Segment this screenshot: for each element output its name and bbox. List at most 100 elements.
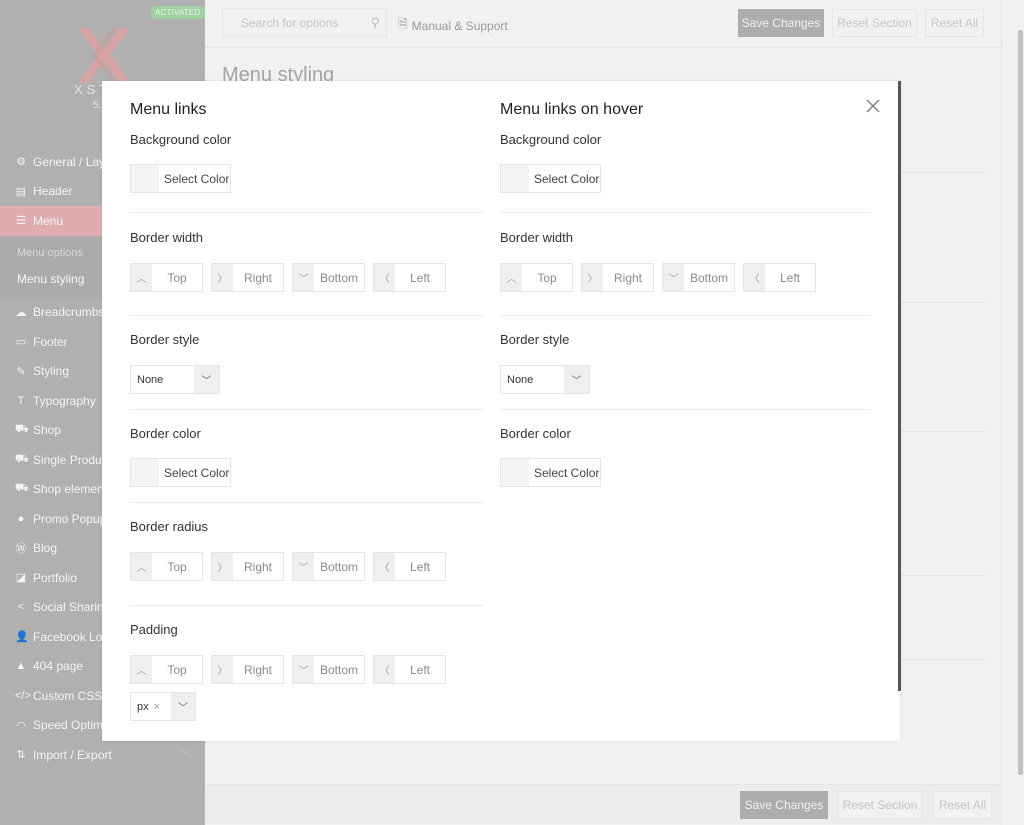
right-placeholder: Right <box>243 270 272 285</box>
top-input[interactable]: ︿ Top <box>500 263 573 292</box>
warning-icon: ▲ <box>15 660 27 673</box>
chevron-up-icon: ︿ <box>131 553 152 580</box>
divider <box>900 659 985 660</box>
divider <box>900 431 985 432</box>
select-color-button[interactable]: Select Color <box>500 164 601 193</box>
sidebar-item-label: Social Sharing <box>33 600 111 615</box>
cart-icon: ⛟ <box>15 482 29 495</box>
color-swatch <box>131 459 159 486</box>
padding-field: Padding ︿ Top 〉 Right ﹀ Bottom 〈 Left px × ﹀ <box>130 606 484 721</box>
sidebar-item-label: Footer <box>33 334 68 349</box>
left-input[interactable]: 〈 Left <box>373 655 446 684</box>
top-input[interactable]: ︿ Top <box>130 655 203 684</box>
speed-icon: ◠ <box>16 719 26 732</box>
breadcrumbs-icon: ☁ <box>15 306 27 319</box>
left-input[interactable]: 〈 Left <box>373 263 446 292</box>
clear-icon[interactable]: × <box>154 701 160 713</box>
document-icon: 🗎 <box>398 17 408 31</box>
chevron-down-icon[interactable]: ﹀ <box>171 693 195 720</box>
color-swatch <box>501 165 529 192</box>
right-input[interactable]: 〉 Right <box>581 263 654 292</box>
select-color-button[interactable]: Select Color <box>130 458 231 487</box>
modal-scrollbar[interactable] <box>898 81 901 691</box>
hover-bg-color-field: Background color Select Color <box>500 132 870 213</box>
select-value: None <box>507 373 534 386</box>
field-label: Border color <box>500 426 571 441</box>
activated-badge: ACTIVATED <box>151 6 205 19</box>
menu-icon: ☰ <box>16 215 26 228</box>
hover-border-width-field: Border width ︿ Top 〉 Right ﹀ Bottom 〈 Left <box>500 213 870 316</box>
top-toolbar: ⚲ 🗎 Manual & Support Save Changes Reset … <box>205 0 1002 48</box>
field-label: Padding <box>130 622 178 637</box>
bottom-input[interactable]: ﹀ Bottom <box>292 263 365 292</box>
manual-support-label: Manual & Support <box>411 18 508 33</box>
select-value: None <box>137 373 164 386</box>
reset-section-button[interactable]: Reset Section <box>832 9 917 37</box>
search-box: ⚲ <box>222 8 387 37</box>
reset-section-button-bottom[interactable]: Reset Section <box>838 791 922 819</box>
chevron-left-icon: 〈 <box>374 553 395 580</box>
left-placeholder: Left <box>779 270 800 285</box>
sidebar-item-import-export[interactable]: ⇅ Import / Export ﹀ <box>0 740 205 770</box>
right-placeholder: Right <box>243 662 272 677</box>
sidebar-item-label: Styling <box>33 364 70 379</box>
page-scrollbar[interactable] <box>1018 30 1023 775</box>
sidebar-item-label: Breadcrumbs <box>33 305 105 320</box>
reset-all-button[interactable]: Reset All <box>925 9 984 37</box>
select-color-button[interactable]: Select Color <box>500 458 601 487</box>
bottom-input[interactable]: ﹀ Bottom <box>292 552 365 581</box>
left-input[interactable]: 〈 Left <box>373 552 446 581</box>
sidebar-item-label: Portfolio <box>33 570 78 585</box>
search-input[interactable] <box>241 15 361 30</box>
left-placeholder: Left <box>409 662 430 677</box>
border-radius-field: Border radius ︿ Top 〉 Right ﹀ Bottom 〈 Left <box>130 503 484 606</box>
field-label: Border style <box>130 332 200 347</box>
save-changes-button-bottom[interactable]: Save Changes <box>740 791 828 819</box>
field-label: Border color <box>130 426 201 441</box>
border-style-select[interactable]: None ﹀ <box>500 365 590 394</box>
chevron-down-icon: ﹀ <box>181 751 191 763</box>
save-changes-button[interactable]: Save Changes <box>738 9 824 37</box>
reset-all-button-bottom[interactable]: Reset All <box>933 791 992 819</box>
search-icon[interactable]: ⚲ <box>370 15 380 31</box>
bottom-input[interactable]: ﹀ Bottom <box>662 263 735 292</box>
left-input[interactable]: 〈 Left <box>743 263 816 292</box>
chevron-up-icon: ︿ <box>131 656 152 683</box>
bottom-input[interactable]: ﹀ Bottom <box>292 655 365 684</box>
footer-icon: ▭ <box>15 336 27 349</box>
chevron-down-icon: ﹀ <box>194 366 219 393</box>
sidebar-item-label: Menu <box>33 213 64 228</box>
right-input[interactable]: 〉 Right <box>211 655 284 684</box>
sidebar-item-label: Blog <box>33 541 58 556</box>
xstore-logo-icon <box>78 28 130 83</box>
section-title: Menu links on hover <box>500 101 644 118</box>
right-input[interactable]: 〉 Right <box>211 263 284 292</box>
select-color-label: Select Color <box>534 171 600 186</box>
dimension-inputs: ︿ Top 〉 Right ﹀ Bottom 〈 Left <box>130 655 484 684</box>
field-label: Background color <box>130 132 232 147</box>
field-label: Border width <box>500 230 573 245</box>
select-color-label: Select Color <box>534 465 600 480</box>
top-input[interactable]: ︿ Top <box>130 552 203 581</box>
divider <box>900 302 985 303</box>
unit-select[interactable]: px × ﹀ <box>130 692 196 721</box>
section-title: Menu links <box>130 101 207 118</box>
sidebar-item-label: 404 page <box>33 659 84 674</box>
chevron-left-icon: 〈 <box>744 264 765 291</box>
manual-support-link[interactable]: 🗎 Manual & Support <box>398 15 508 36</box>
select-color-label: Select Color <box>164 465 230 480</box>
field-label: Border width <box>130 230 203 245</box>
bottom-placeholder: Bottom <box>319 270 358 285</box>
sidebar-item-label: Typography <box>33 393 96 408</box>
field-label: Border radius <box>130 519 209 534</box>
border-style-select[interactable]: None ﹀ <box>130 365 220 394</box>
top-placeholder: Top <box>167 662 187 677</box>
top-input[interactable]: ︿ Top <box>130 263 203 292</box>
wordpress-icon: Ⓦ <box>15 543 27 556</box>
right-input[interactable]: 〉 Right <box>211 552 284 581</box>
select-color-button[interactable]: Select Color <box>130 164 231 193</box>
chevron-right-icon: 〉 <box>582 264 603 291</box>
dimension-inputs: ︿ Top 〉 Right ﹀ Bottom 〈 Left <box>130 552 484 581</box>
border-width-field: Border width ︿ Top 〉 Right ﹀ Bottom 〈 Left <box>130 213 484 316</box>
menu-links-hover-column: Menu links on hover Background color Sel… <box>500 101 870 487</box>
